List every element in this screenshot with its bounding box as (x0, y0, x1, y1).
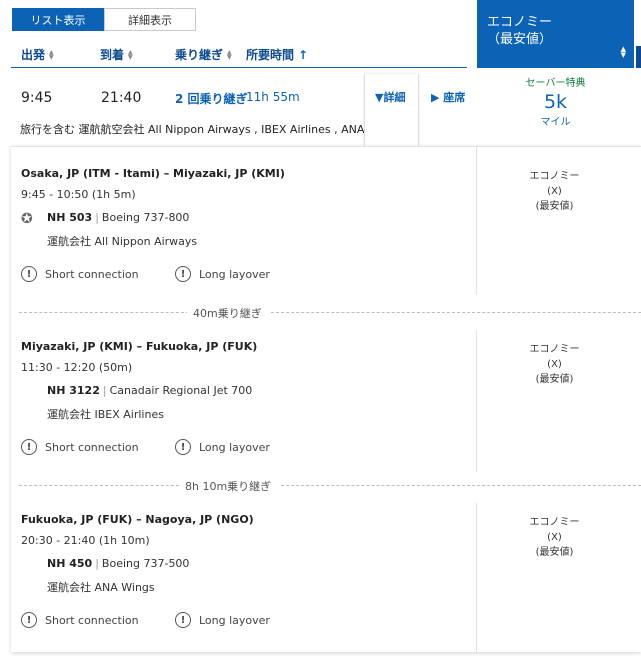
flight-number: NH 3122 (47, 384, 100, 397)
segment-route: Fukuoka, JP (FUK) – Nagoya, JP (NGO) (21, 513, 254, 526)
short-connection-warning[interactable]: ! Short connection (21, 439, 139, 455)
flight-segment: Fukuoka, JP (FUK) – Nagoya, JP (NGO) 20:… (11, 493, 641, 649)
sort-ascending-icon: ↑ (298, 47, 309, 62)
segment-times: 20:30 - 21:40 (1h 10m) (21, 534, 150, 547)
seats-link[interactable]: ▶ 座席 (431, 89, 465, 105)
sort-connections-label: 乗り継ぎ (175, 48, 224, 62)
aircraft-type: Boeing 737-500 (101, 557, 190, 570)
long-layover-warning[interactable]: ! Long layover (175, 612, 270, 628)
sort-arrival-label: 到着 (100, 48, 125, 62)
sort-caret-icon: ▲ ▼ (49, 48, 54, 61)
caret-right-icon: ▶ (431, 91, 444, 104)
operator: 運航会社 ANA Wings (47, 581, 155, 594)
flight-info: NH 450 | Boeing 737-500 (47, 557, 190, 570)
operator: 運航会社 IBEX Airlines (47, 408, 164, 421)
sort-departure-label: 出発 (21, 48, 46, 62)
warning-icon: ! (21, 266, 37, 282)
segment-cabin: エコノミー (X) (最安値) (529, 171, 580, 212)
operator: 運航会社 All Nippon Airways (47, 235, 198, 248)
flight-segment: Miyazaki, JP (KMI) – Fukuoka, JP (FUK) 1… (11, 320, 641, 476)
long-layover-warning[interactable]: ! Long layover (175, 266, 270, 282)
segment-times: 11:30 - 12:20 (50m) (21, 361, 133, 374)
sort-departure[interactable]: 出発 ▲ ▼ (21, 46, 54, 63)
sort-duration-label: 所要時間 (246, 48, 295, 62)
segment-times: 9:45 - 10:50 (1h 5m) (21, 188, 136, 201)
sort-connections[interactable]: 乗り継ぎ ▲ ▼ (175, 46, 232, 63)
warning-label: Short connection (45, 440, 139, 454)
warning-label: Short connection (45, 267, 139, 281)
miles-unit: マイル (540, 117, 571, 128)
fare-column-header[interactable]: エコノミー （最安値） ▲ ▼ (477, 0, 634, 68)
layover-divider: 40m乗り継ぎ (11, 302, 641, 322)
aircraft-type: Canadair Regional Jet 700 (109, 384, 253, 397)
warning-label: Long layover (199, 440, 270, 454)
layover-divider: 8h 10m乗り継ぎ (11, 475, 641, 495)
segment-route: Miyazaki, JP (KMI) – Fukuoka, JP (FUK) (21, 340, 258, 353)
sort-duration[interactable]: 所要時間 ↑ (246, 46, 308, 63)
flight-details-panel: Osaka, JP (ITM - Itami) – Miyazaki, JP (… (11, 146, 641, 653)
warning-icon: ! (21, 612, 37, 628)
flight-info: NH 503 | Boeing 737-800 (47, 211, 190, 224)
segment-cabin: エコノミー (X) (最安値) (529, 344, 580, 385)
warning-label: Long layover (199, 613, 270, 627)
next-column-edge (636, 46, 641, 68)
long-layover-warning[interactable]: ! Long layover (175, 439, 270, 455)
short-connection-warning[interactable]: ! Short connection (21, 612, 139, 628)
aircraft-type: Boeing 737-800 (101, 211, 190, 224)
warning-icon: ! (21, 439, 37, 455)
flight-info: NH 3122 | Canadair Regional Jet 700 (47, 384, 253, 397)
star-alliance-icon: ✪ (21, 211, 33, 227)
flight-segment: Osaka, JP (ITM - Itami) – Miyazaki, JP (… (11, 147, 641, 303)
total-duration: 11h 55m (246, 90, 300, 104)
list-view-button[interactable]: リスト表示 (12, 8, 104, 31)
flight-number: NH 503 (47, 211, 93, 224)
sort-arrival[interactable]: 到着 ▲ ▼ (100, 46, 133, 63)
sort-caret-icon: ▲ ▼ (620, 45, 626, 59)
warning-label: Long layover (199, 267, 270, 281)
award-price[interactable]: セーバー特典 5k マイル (477, 74, 634, 128)
flight-number: NH 450 (47, 557, 93, 570)
details-link-label: 詳細 (383, 91, 406, 104)
arrival-time: 21:40 (101, 90, 142, 106)
layover-duration: 40m乗り継ぎ (187, 305, 268, 321)
segment-route: Osaka, JP (ITM - Itami) – Miyazaki, JP (… (21, 167, 285, 180)
detail-view-button[interactable]: 詳細表示 (104, 8, 196, 31)
view-toggle: リスト表示 詳細表示 (12, 8, 196, 31)
stops-link[interactable]: 2 回乗り継ぎ (175, 90, 248, 107)
warning-icon: ! (175, 439, 191, 455)
sort-header-row: 出発 ▲ ▼ 到着 ▲ ▼ 乗り継ぎ ▲ ▼ 所要時間 ↑ (0, 46, 470, 66)
seats-link-label: 座席 (443, 91, 466, 104)
fare-column-title: エコノミー （最安値） (487, 15, 553, 47)
departure-time: 9:45 (21, 90, 53, 106)
warning-icon: ! (175, 266, 191, 282)
details-tab[interactable]: ▼詳細 (364, 74, 419, 146)
sort-caret-icon: ▲ ▼ (227, 48, 232, 61)
award-type: セーバー特典 (525, 78, 586, 89)
segment-cabin: エコノミー (X) (最安値) (529, 517, 580, 558)
sort-caret-icon: ▲ ▼ (128, 48, 133, 61)
miles-amount: 5k (543, 91, 568, 113)
warning-icon: ! (175, 612, 191, 628)
warning-label: Short connection (45, 613, 139, 627)
layover-duration: 8h 10m乗り継ぎ (179, 478, 278, 494)
operated-by-text: 旅行を含む 運航航空会社 All Nippon Airways , IBEX A… (20, 123, 402, 136)
short-connection-warning[interactable]: ! Short connection (21, 266, 139, 282)
